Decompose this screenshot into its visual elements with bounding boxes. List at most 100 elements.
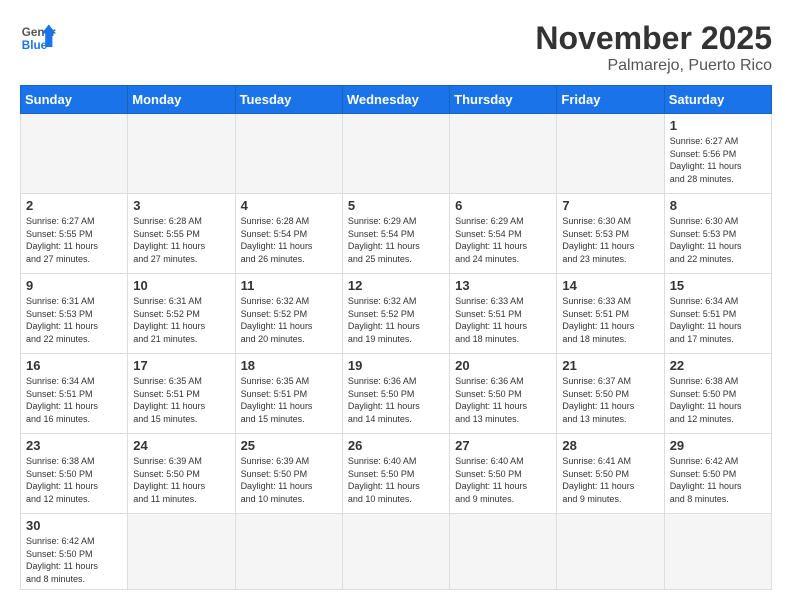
day-number: 24 (133, 438, 229, 453)
day-info: Sunrise: 6:40 AM Sunset: 5:50 PM Dayligh… (455, 455, 551, 505)
day-info: Sunrise: 6:30 AM Sunset: 5:53 PM Dayligh… (562, 215, 658, 265)
day-number: 13 (455, 278, 551, 293)
day-info: Sunrise: 6:33 AM Sunset: 5:51 PM Dayligh… (455, 295, 551, 345)
day-of-week-header: Monday (128, 86, 235, 114)
calendar-cell: 22 Sunrise: 6:38 AM Sunset: 5:50 PM Dayli… (664, 354, 771, 434)
calendar-cell: 5Sunrise: 6:29 AM Sunset: 5:54 PM Daylig… (342, 194, 449, 274)
calendar-cell: 30 Sunrise: 6:42 AM Sunset: 5:50 PM Dayli… (21, 514, 128, 590)
day-info: Sunrise: 6:37 AM Sunset: 5:50 PM Dayligh… (562, 375, 658, 425)
day-of-week-header: Wednesday (342, 86, 449, 114)
day-info: Sunrise: 6:30 AM Sunset: 5:53 PM Dayligh… (670, 215, 766, 265)
day-number: 21 (562, 358, 658, 373)
svg-text:Blue: Blue (22, 39, 48, 52)
day-number: 10 (133, 278, 229, 293)
day-number: 17 (133, 358, 229, 373)
calendar-cell: 4 Sunrise: 6:28 AM Sunset: 5:54 PM Daylig… (235, 194, 342, 274)
calendar-cell: 18 Sunrise: 6:35 AM Sunset: 5:51 PM Dayli… (235, 354, 342, 434)
day-info: Sunrise: 6:34 AM Sunset: 5:51 PM Dayligh… (670, 295, 766, 345)
calendar-cell (21, 114, 128, 194)
day-number: 26 (348, 438, 444, 453)
day-number: 5 (348, 198, 444, 213)
calendar-cell: 2 Sunrise: 6:27 AM Sunset: 5:55 PM Daylig… (21, 194, 128, 274)
calendar-cell (235, 114, 342, 194)
day-info: Sunrise: 6:41 AM Sunset: 5:50 PM Dayligh… (562, 455, 658, 505)
calendar-cell: 21 Sunrise: 6:37 AM Sunset: 5:50 PM Dayli… (557, 354, 664, 434)
day-number: 12 (348, 278, 444, 293)
day-of-week-header: Tuesday (235, 86, 342, 114)
day-number: 11 (241, 278, 337, 293)
calendar-cell: 14 Sunrise: 6:33 AM Sunset: 5:51 PM Dayli… (557, 274, 664, 354)
day-info: Sunrise: 6:28 AM Sunset: 5:55 PM Dayligh… (133, 215, 229, 265)
calendar-cell: 25Sunrise: 6:39 AM Sunset: 5:50 PM Dayli… (235, 434, 342, 514)
calendar-cell: 13 Sunrise: 6:33 AM Sunset: 5:51 PM Dayli… (450, 274, 557, 354)
day-info: Sunrise: 6:42 AM Sunset: 5:50 PM Dayligh… (26, 535, 122, 585)
calendar-cell: 29 Sunrise: 6:42 AM Sunset: 5:50 PM Dayli… (664, 434, 771, 514)
day-info: Sunrise: 6:34 AM Sunset: 5:51 PM Dayligh… (26, 375, 122, 425)
day-info: Sunrise: 6:29 AM Sunset: 5:54 PM Dayligh… (455, 215, 551, 265)
day-number: 14 (562, 278, 658, 293)
calendar-cell (342, 514, 449, 590)
day-number: 3 (133, 198, 229, 213)
calendar-cell (450, 514, 557, 590)
calendar-cell: 10 Sunrise: 6:31 AM Sunset: 5:52 PM Dayli… (128, 274, 235, 354)
day-info: Sunrise: 6:36 AM Sunset: 5:50 PM Dayligh… (348, 375, 444, 425)
day-info: Sunrise: 6:39 AM Sunset: 5:50 PM Dayligh… (241, 455, 337, 505)
calendar-cell: 15 Sunrise: 6:34 AM Sunset: 5:51 PM Dayli… (664, 274, 771, 354)
calendar-cell: 7Sunrise: 6:30 AM Sunset: 5:53 PM Daylig… (557, 194, 664, 274)
calendar-header-row: SundayMondayTuesdayWednesdayThursdayFrid… (21, 86, 772, 114)
day-info: Sunrise: 6:40 AM Sunset: 5:50 PM Dayligh… (348, 455, 444, 505)
day-number: 19 (348, 358, 444, 373)
day-number: 30 (26, 518, 122, 533)
day-info: Sunrise: 6:33 AM Sunset: 5:51 PM Dayligh… (562, 295, 658, 345)
day-info: Sunrise: 6:32 AM Sunset: 5:52 PM Dayligh… (241, 295, 337, 345)
day-number: 28 (562, 438, 658, 453)
day-number: 16 (26, 358, 122, 373)
calendar-cell (557, 514, 664, 590)
calendar-cell: 26 Sunrise: 6:40 AM Sunset: 5:50 PM Dayli… (342, 434, 449, 514)
day-info: Sunrise: 6:28 AM Sunset: 5:54 PM Dayligh… (241, 215, 337, 265)
day-number: 29 (670, 438, 766, 453)
calendar-cell: 8Sunrise: 6:30 AM Sunset: 5:53 PM Daylig… (664, 194, 771, 274)
day-info: Sunrise: 6:38 AM Sunset: 5:50 PM Dayligh… (670, 375, 766, 425)
calendar-cell: 19 Sunrise: 6:36 AM Sunset: 5:50 PM Dayli… (342, 354, 449, 434)
day-number: 4 (241, 198, 337, 213)
calendar-cell: 9 Sunrise: 6:31 AM Sunset: 5:53 PM Daylig… (21, 274, 128, 354)
day-number: 23 (26, 438, 122, 453)
day-of-week-header: Saturday (664, 86, 771, 114)
calendar-cell: 16 Sunrise: 6:34 AM Sunset: 5:51 PM Dayli… (21, 354, 128, 434)
day-info: Sunrise: 6:35 AM Sunset: 5:51 PM Dayligh… (133, 375, 229, 425)
calendar-table: SundayMondayTuesdayWednesdayThursdayFrid… (20, 85, 772, 590)
calendar-cell (342, 114, 449, 194)
day-number: 6 (455, 198, 551, 213)
day-info: Sunrise: 6:31 AM Sunset: 5:52 PM Dayligh… (133, 295, 229, 345)
day-info: Sunrise: 6:42 AM Sunset: 5:50 PM Dayligh… (670, 455, 766, 505)
day-info: Sunrise: 6:39 AM Sunset: 5:50 PM Dayligh… (133, 455, 229, 505)
calendar-cell: 24 Sunrise: 6:39 AM Sunset: 5:50 PM Dayli… (128, 434, 235, 514)
calendar-cell: 11 Sunrise: 6:32 AM Sunset: 5:52 PM Dayli… (235, 274, 342, 354)
calendar-cell: 23 Sunrise: 6:38 AM Sunset: 5:50 PM Dayli… (21, 434, 128, 514)
calendar-cell (235, 514, 342, 590)
day-number: 18 (241, 358, 337, 373)
day-info: Sunrise: 6:31 AM Sunset: 5:53 PM Dayligh… (26, 295, 122, 345)
day-info: Sunrise: 6:27 AM Sunset: 5:55 PM Dayligh… (26, 215, 122, 265)
calendar-cell (557, 114, 664, 194)
day-number: 27 (455, 438, 551, 453)
day-number: 22 (670, 358, 766, 373)
location-title: Palmarejo, Puerto Rico (535, 57, 772, 75)
day-info: Sunrise: 6:36 AM Sunset: 5:50 PM Dayligh… (455, 375, 551, 425)
calendar-cell: 1 Sunrise: 6:27 AM Sunset: 5:56 PM Daylig… (664, 114, 771, 194)
day-number: 9 (26, 278, 122, 293)
day-info: Sunrise: 6:38 AM Sunset: 5:50 PM Dayligh… (26, 455, 122, 505)
title-section: November 2025 Palmarejo, Puerto Rico (535, 20, 772, 75)
calendar-cell: 20Sunrise: 6:36 AM Sunset: 5:50 PM Dayli… (450, 354, 557, 434)
calendar-cell (128, 514, 235, 590)
day-number: 15 (670, 278, 766, 293)
calendar-cell (128, 114, 235, 194)
calendar-cell: 27 Sunrise: 6:40 AM Sunset: 5:50 PM Dayli… (450, 434, 557, 514)
day-number: 2 (26, 198, 122, 213)
day-info: Sunrise: 6:35 AM Sunset: 5:51 PM Dayligh… (241, 375, 337, 425)
calendar-cell: 17 Sunrise: 6:35 AM Sunset: 5:51 PM Dayli… (128, 354, 235, 434)
day-number: 1 (670, 118, 766, 133)
day-info: Sunrise: 6:27 AM Sunset: 5:56 PM Dayligh… (670, 135, 766, 185)
day-of-week-header: Thursday (450, 86, 557, 114)
